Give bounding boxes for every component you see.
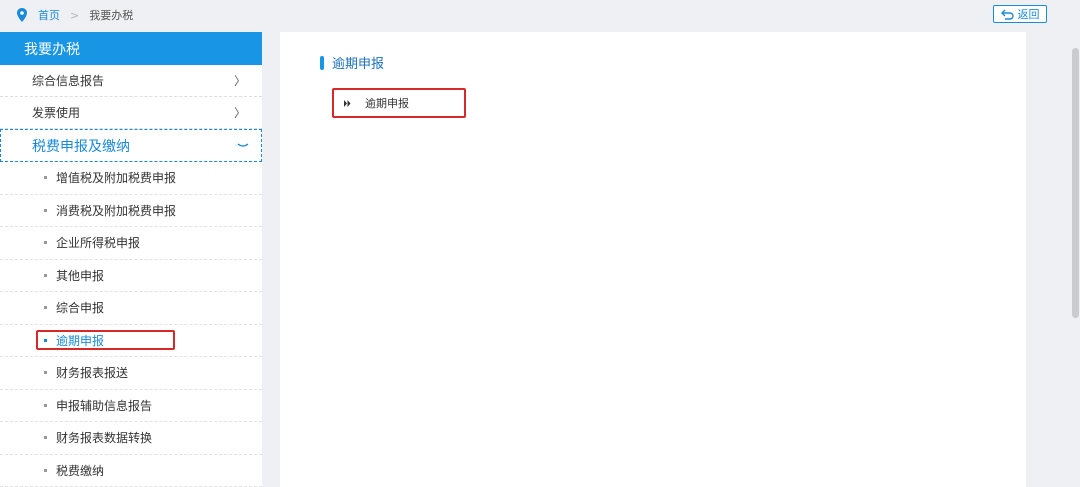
sidebar-item-invoice-use[interactable]: 发票使用 〉: [0, 97, 262, 129]
sidebar-title: 我要办税: [0, 32, 262, 65]
bullet-icon: [44, 273, 47, 277]
sidebar-subitem-label: 企业所得税申报: [56, 236, 141, 251]
sidebar-item-label: 综合信息报告: [32, 74, 105, 88]
card-label: 逾期申报: [365, 97, 409, 110]
sidebar-group-label: 税费申报及缴纳: [32, 138, 130, 155]
sidebar-subitem-consumption-tax[interactable]: 消费税及附加税费申报: [0, 195, 262, 227]
breadcrumb-separator: >: [70, 8, 80, 22]
sidebar-subitem-corporate-income-tax[interactable]: 企业所得税申报: [0, 227, 262, 260]
sidebar-subitem-other-declaration[interactable]: 其他申报: [0, 260, 262, 292]
sidebar-item-info-report[interactable]: 综合信息报告 〉: [0, 65, 262, 97]
sidebar-subitem-label: 综合申报: [56, 301, 105, 316]
top-bar: 首页 > 我要办税 返回: [0, 0, 1080, 30]
chevron-down-icon: [237, 142, 249, 147]
double-chevron-right-icon: [344, 99, 351, 107]
sidebar-subitem-label: 财务报表报送: [56, 366, 129, 381]
chevron-right-icon: 〉: [233, 106, 246, 120]
highlight-box: [36, 329, 175, 350]
sidebar-subitem-label: 其他申报: [56, 268, 105, 283]
bullet-icon: [44, 436, 47, 440]
bullet-icon: [44, 468, 47, 472]
bullet-icon: [44, 241, 47, 245]
sidebar-subitem-label: 税费缴纳: [56, 463, 105, 478]
sidebar-subitem-financial-report[interactable]: 财务报表报送: [0, 357, 262, 390]
sidebar-group-tax-declaration[interactable]: 税费申报及缴纳: [0, 129, 262, 162]
sidebar-subitem-report-conversion[interactable]: 财务报表数据转换: [0, 422, 262, 455]
back-button[interactable]: 返回: [993, 5, 1047, 23]
breadcrumb-home-link[interactable]: 首页: [38, 7, 60, 23]
sidebar-subitem-overdue-declaration[interactable]: 逾期申报: [0, 325, 262, 357]
sidebar-subitem-label: 消费税及附加税费申报: [56, 203, 177, 218]
page-scrollbar[interactable]: [1071, 32, 1080, 487]
section-title: 逾期申报: [320, 53, 384, 72]
return-arrow-icon: [1000, 9, 1014, 20]
back-button-label: 返回: [1017, 8, 1040, 21]
sidebar-subitem-auxiliary-info[interactable]: 申报辅助信息报告: [0, 390, 262, 422]
sidebar-subitem-label: 增值税及附加税费申报: [56, 171, 177, 186]
sidebar-subitem-tax-payment[interactable]: 税费缴纳: [0, 455, 262, 487]
sidebar-subitem-label: 申报辅助信息报告: [56, 398, 153, 413]
map-pin-icon: [17, 8, 27, 22]
bullet-icon: [44, 403, 47, 407]
section-title-text: 逾期申报: [332, 57, 385, 72]
sidebar-item-label: 发票使用: [32, 106, 81, 120]
breadcrumb: 首页 > 我要办税: [0, 7, 133, 23]
bullet-icon: [44, 306, 47, 310]
bullet-icon: [44, 176, 47, 180]
sidebar-subitem-label: 财务报表数据转换: [56, 431, 153, 446]
breadcrumb-current: 我要办税: [89, 9, 134, 22]
sidebar-subitem-vat-declaration[interactable]: 增值税及附加税费申报: [0, 162, 262, 195]
bullet-icon: [44, 371, 47, 375]
bullet-icon: [44, 208, 47, 212]
overdue-declaration-card[interactable]: 逾期申报: [332, 88, 466, 118]
section-title-bar: [320, 55, 324, 70]
chevron-right-icon: 〉: [233, 74, 246, 88]
scrollbar-thumb[interactable]: [1072, 48, 1079, 318]
sidebar: 我要办税 综合信息报告 〉 发票使用 〉 税费申报及缴纳 增值税及附加税费申报 …: [0, 32, 262, 487]
main-panel: 逾期申报 逾期申报: [280, 32, 1026, 487]
sidebar-subitem-combined-declaration[interactable]: 综合申报: [0, 292, 262, 325]
